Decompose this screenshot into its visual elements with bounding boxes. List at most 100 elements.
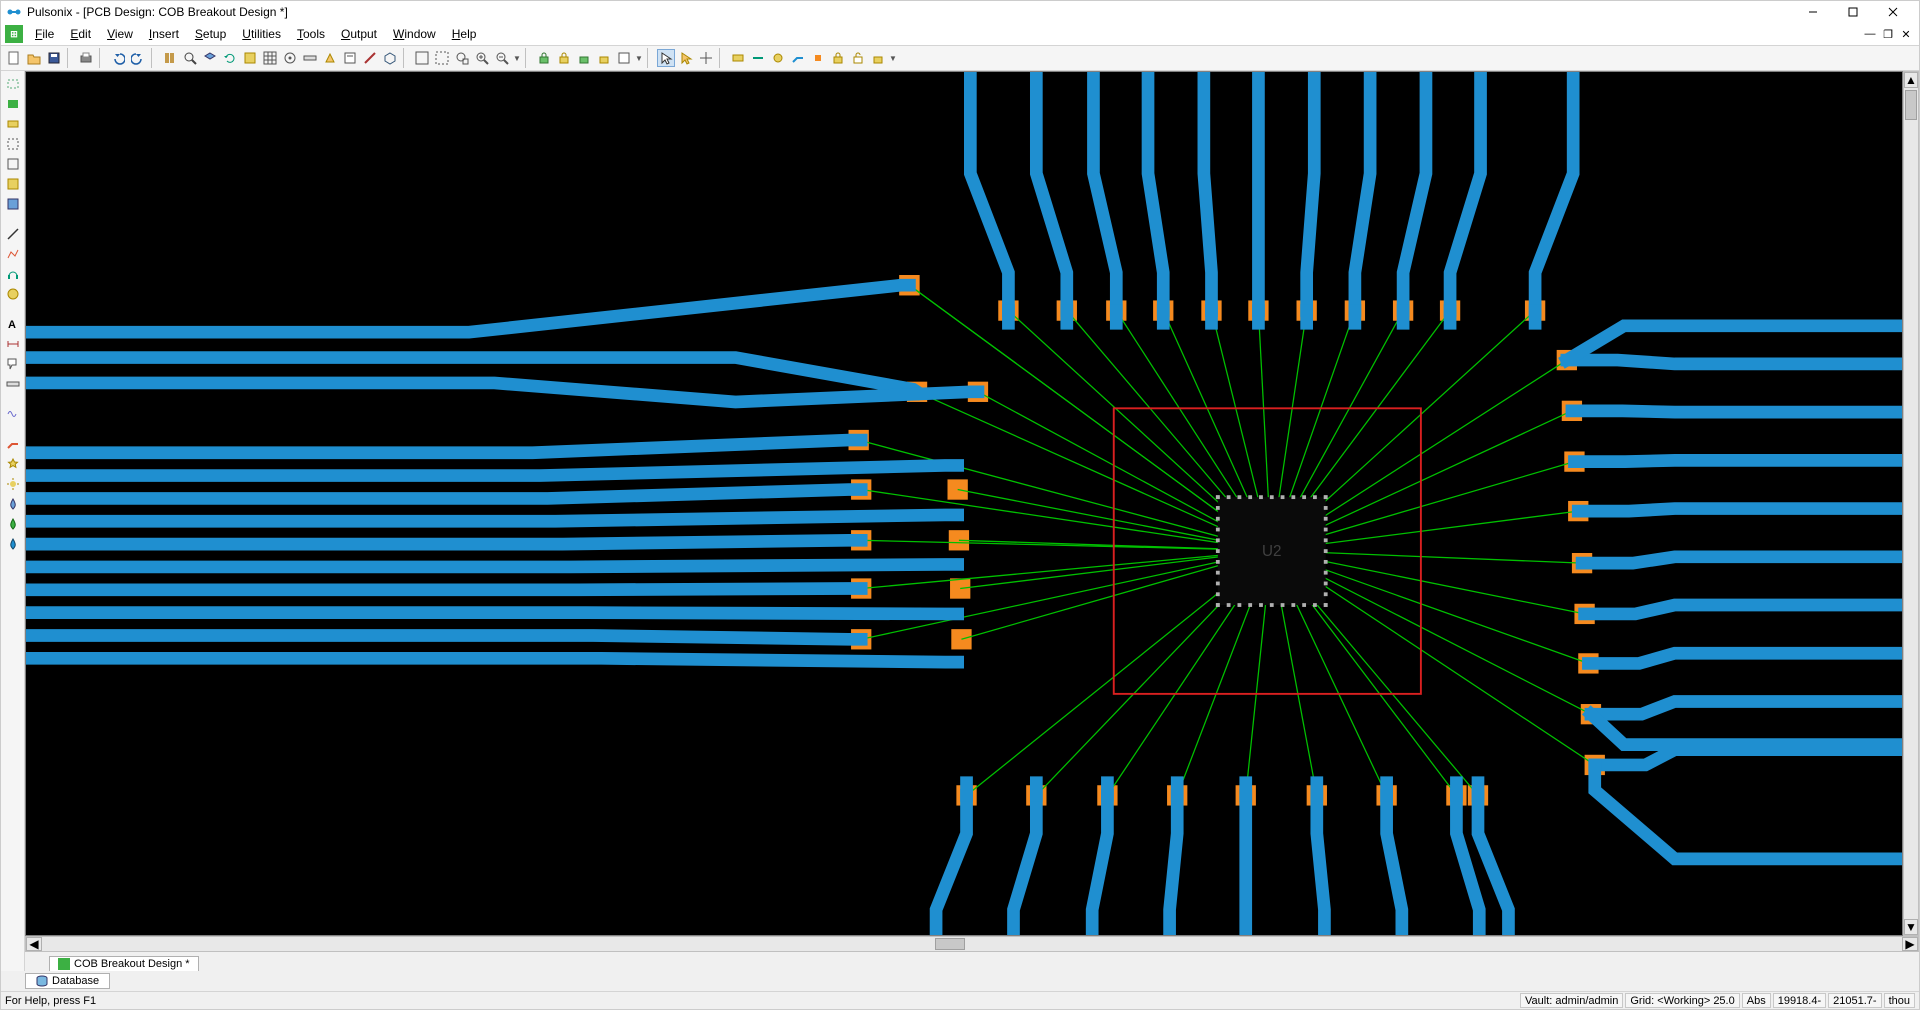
lock5-button[interactable] <box>615 49 633 67</box>
measure-button[interactable] <box>301 49 319 67</box>
horizontal-scrollbar[interactable]: ◀ ▶ <box>25 936 1919 952</box>
mdi-restore-button[interactable]: ❐ <box>1879 25 1897 43</box>
lock3-button[interactable] <box>575 49 593 67</box>
window-maximize-button[interactable] <box>1833 1 1873 23</box>
status-y: 21051.7- <box>1828 993 1881 1008</box>
side-drop3-button[interactable] <box>4 535 22 553</box>
zoom-dropdown[interactable]: ▼ <box>513 54 521 63</box>
side-layer-button[interactable] <box>4 95 22 113</box>
new-file-button[interactable] <box>5 49 23 67</box>
menu-view[interactable]: View <box>99 25 141 43</box>
menu-utilities[interactable]: Utilities <box>234 25 289 43</box>
side-dimension-button[interactable] <box>4 335 22 353</box>
mdi-minimize-button[interactable]: — <box>1861 25 1879 43</box>
side-rect-button[interactable] <box>4 75 22 93</box>
vertical-scrollbar[interactable]: ▲ ▼ <box>1903 71 1919 936</box>
vscroll-up-button[interactable]: ▲ <box>1904 72 1918 88</box>
side-area-button[interactable] <box>4 155 22 173</box>
design-canvas[interactable]: U2 <box>25 71 1903 936</box>
lock2-button[interactable] <box>555 49 573 67</box>
zoom-extents-button[interactable] <box>413 49 431 67</box>
side-sun-button[interactable] <box>4 475 22 493</box>
snap-button[interactable] <box>281 49 299 67</box>
side-polyline-button[interactable] <box>4 245 22 263</box>
zoom-selection-button[interactable] <box>453 49 471 67</box>
vscroll-thumb[interactable] <box>1905 90 1917 120</box>
grid-button[interactable] <box>261 49 279 67</box>
open-file-button[interactable] <box>25 49 43 67</box>
redo-button[interactable] <box>129 49 147 67</box>
component-button[interactable] <box>729 49 747 67</box>
via-button[interactable] <box>769 49 787 67</box>
zoom-out-button[interactable] <box>493 49 511 67</box>
hscroll-right-button[interactable]: ▶ <box>1902 937 1918 951</box>
menu-help[interactable]: Help <box>444 25 485 43</box>
side-toolbar: A <box>1 71 25 971</box>
side-drop1-button[interactable] <box>4 495 22 513</box>
window-minimize-button[interactable] <box>1793 1 1833 23</box>
menu-file[interactable]: File <box>27 25 62 43</box>
pointer-button[interactable] <box>677 49 695 67</box>
svg-text:U2: U2 <box>1262 543 1281 560</box>
side-template-button[interactable] <box>4 195 22 213</box>
pcb-icon <box>58 958 70 970</box>
hscroll-left-button[interactable]: ◀ <box>26 937 42 951</box>
print-button[interactable] <box>77 49 95 67</box>
document-tabs: COB Breakout Design * <box>25 952 1919 971</box>
menu-window[interactable]: Window <box>385 25 444 43</box>
side-fill-button[interactable] <box>4 175 22 193</box>
menu-output[interactable]: Output <box>333 25 385 43</box>
menu-insert[interactable]: Insert <box>141 25 187 43</box>
document-tab-label: COB Breakout Design * <box>74 958 190 970</box>
zoom-window-button[interactable] <box>433 49 451 67</box>
side-comp-button[interactable] <box>4 115 22 133</box>
menu-tools[interactable]: Tools <box>289 25 333 43</box>
view3d-button[interactable] <box>381 49 399 67</box>
vscroll-down-button[interactable]: ▼ <box>1904 919 1918 935</box>
side-text-button[interactable]: A <box>4 315 22 333</box>
mode-dropdown[interactable]: ▼ <box>889 54 897 63</box>
side-wave-button[interactable] <box>4 405 22 423</box>
title-sep: - <box>72 5 83 19</box>
lock-dropdown[interactable]: ▼ <box>635 54 643 63</box>
refresh-button[interactable] <box>221 49 239 67</box>
cross-probe-button[interactable] <box>361 49 379 67</box>
side-line-button[interactable] <box>4 225 22 243</box>
lock4-button[interactable] <box>595 49 613 67</box>
document-tab-active[interactable]: COB Breakout Design * <box>49 956 199 971</box>
side-ruler-button[interactable] <box>4 375 22 393</box>
unlock-item-button[interactable] <box>849 49 867 67</box>
track-button[interactable] <box>789 49 807 67</box>
menu-setup[interactable]: Setup <box>187 25 234 43</box>
app-menu-icon[interactable]: ⊞ <box>5 25 23 43</box>
highlight-button[interactable] <box>321 49 339 67</box>
select-mode-button[interactable] <box>657 49 675 67</box>
library-button[interactable] <box>161 49 179 67</box>
lock-item-button[interactable] <box>829 49 847 67</box>
mdi-close-button[interactable]: ✕ <box>1897 25 1915 43</box>
side-circle-button[interactable] <box>4 285 22 303</box>
hscroll-thumb[interactable] <box>935 938 965 950</box>
lock1-button[interactable] <box>535 49 553 67</box>
window-close-button[interactable] <box>1873 1 1913 23</box>
side-route-button[interactable] <box>4 435 22 453</box>
side-callout-button[interactable] <box>4 355 22 373</box>
drc-button[interactable] <box>241 49 259 67</box>
find-button[interactable] <box>181 49 199 67</box>
side-outline-button[interactable] <box>4 135 22 153</box>
menu-edit[interactable]: Edit <box>62 25 99 43</box>
protect-button[interactable] <box>869 49 887 67</box>
side-headphones-button[interactable] <box>4 265 22 283</box>
properties-button[interactable] <box>341 49 359 67</box>
side-star-button[interactable] <box>4 455 22 473</box>
title-doc: [PCB Design: COB Breakout Design *] <box>83 5 288 19</box>
database-tab[interactable]: Database <box>25 973 110 989</box>
move-button[interactable] <box>697 49 715 67</box>
net-button[interactable] <box>749 49 767 67</box>
side-drop2-button[interactable] <box>4 515 22 533</box>
save-file-button[interactable] <box>45 49 63 67</box>
pad-button[interactable] <box>809 49 827 67</box>
undo-button[interactable] <box>109 49 127 67</box>
zoom-in-button[interactable] <box>473 49 491 67</box>
layers-button[interactable] <box>201 49 219 67</box>
